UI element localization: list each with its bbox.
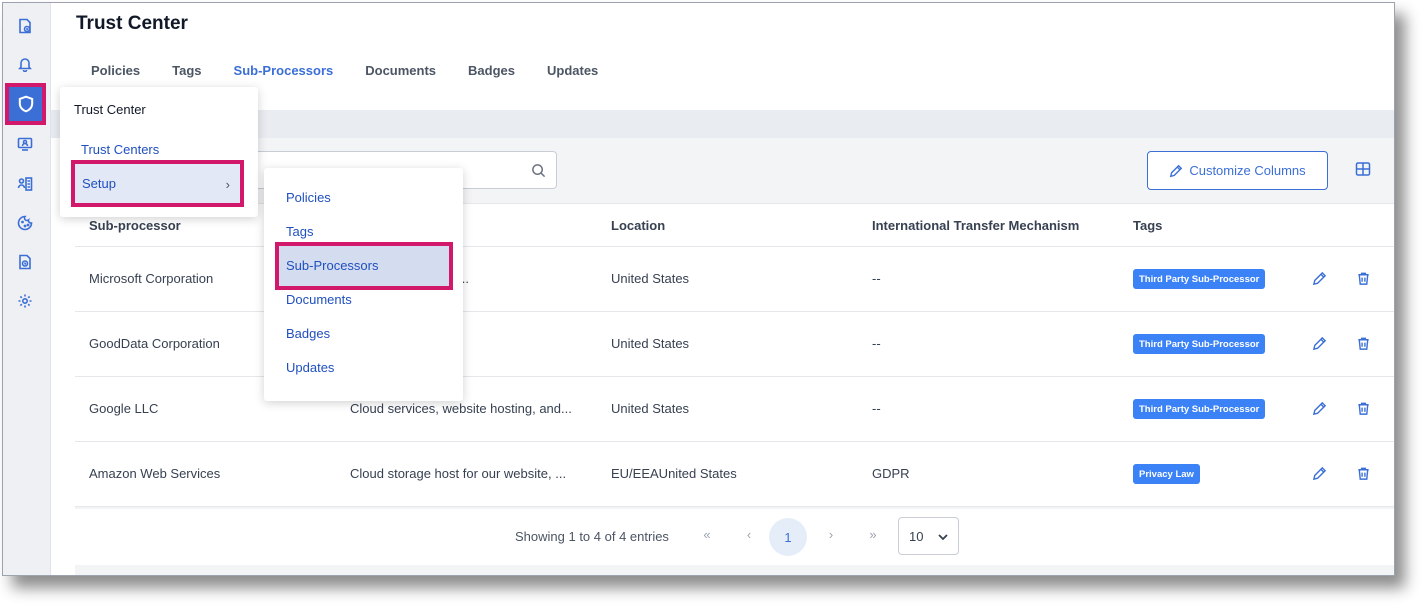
tab-tags[interactable]: Tags — [172, 63, 201, 78]
submenu-item-sub-processors-label: Sub-Processors — [286, 258, 379, 273]
submenu-item-policies[interactable]: Policies — [286, 190, 331, 205]
tab-policies[interactable]: Policies — [91, 63, 140, 78]
sidebar-rail — [3, 3, 51, 575]
cell-purpose: Cloud services, website hosting, and... — [350, 401, 572, 416]
tab-badges[interactable]: Badges — [468, 63, 515, 78]
cell-purpose: Cloud storage host for our website, ... — [350, 466, 567, 481]
tag-badge: Third Party Sub-Processor — [1133, 399, 1266, 419]
pencil-icon — [1170, 164, 1183, 177]
gear-icon[interactable] — [12, 288, 38, 314]
trash-icon[interactable] — [1356, 336, 1372, 352]
tag-badge: Privacy Law — [1133, 464, 1200, 484]
prev-page-button[interactable]: ‹ — [739, 527, 759, 542]
column-header-transfer-mechanism[interactable]: International Transfer Mechanism — [872, 218, 1079, 233]
grid-icon[interactable] — [1355, 161, 1373, 179]
submenu-item-badges[interactable]: Badges — [286, 326, 330, 341]
page-size-select[interactable]: 10 — [898, 517, 959, 555]
last-page-button[interactable]: » — [863, 527, 883, 542]
customize-columns-label: Customize Columns — [1189, 163, 1306, 178]
current-page-button[interactable]: 1 — [769, 518, 807, 556]
cell-transfer: -- — [872, 401, 881, 416]
submenu-item-sub-processors-highlight[interactable]: Sub-Processors — [275, 242, 453, 290]
menu-heading: Trust Center — [74, 102, 146, 117]
monitor-user-icon[interactable] — [12, 131, 38, 157]
user-list-icon[interactable] — [12, 171, 38, 197]
tab-sub-processors[interactable]: Sub-Processors — [234, 63, 334, 78]
tag-badge: Third Party Sub-Processor — [1133, 334, 1266, 354]
shield-icon[interactable] — [9, 87, 42, 121]
menu-item-trust-centers[interactable]: Trust Centers — [81, 142, 159, 157]
menu-item-setup-label: Setup — [82, 176, 116, 191]
shield-nav-highlight[interactable] — [5, 83, 46, 125]
cookie-icon[interactable] — [12, 210, 38, 236]
column-header-location[interactable]: Location — [611, 218, 665, 233]
trash-icon[interactable] — [1356, 401, 1372, 417]
report-clock-icon[interactable] — [12, 13, 38, 39]
pagination: Showing 1 to 4 of 4 entries « ‹ 1 › » 10 — [75, 509, 1394, 565]
document-clock-icon[interactable] — [12, 249, 38, 275]
cell-location: United States — [611, 401, 690, 416]
cell-transfer: -- — [872, 271, 881, 286]
search-icon[interactable] — [531, 163, 546, 178]
cell-transfer: GDPR — [872, 466, 910, 481]
menu-item-setup-highlight[interactable]: Setup › — [71, 160, 244, 207]
cell-name: Microsoft Corporation — [89, 271, 214, 286]
cell-location: United States — [611, 271, 690, 286]
column-header-tags[interactable]: Tags — [1133, 218, 1162, 233]
cell-location: United States — [611, 336, 690, 351]
pagination-info: Showing 1 to 4 of 4 entries — [515, 529, 669, 544]
tab-documents[interactable]: Documents — [365, 63, 436, 78]
submenu-item-updates[interactable]: Updates — [286, 360, 334, 375]
chevron-down-icon — [938, 534, 948, 541]
menu-item-setup[interactable]: Setup › — [75, 164, 240, 203]
trash-icon[interactable] — [1356, 271, 1372, 287]
app-window: Trust Center Policies Tags Sub-Processor… — [2, 2, 1395, 576]
tag-badge: Third Party Sub-Processor — [1133, 269, 1266, 289]
cell-name: Amazon Web Services — [89, 466, 221, 481]
tab-updates[interactable]: Updates — [547, 63, 598, 78]
chevron-right-icon: › — [225, 177, 230, 192]
page-size-value: 10 — [909, 528, 924, 544]
submenu-item-tags[interactable]: Tags — [286, 224, 313, 239]
submenu-item-sub-processors[interactable]: Sub-Processors — [279, 246, 449, 286]
table-row[interactable]: Amazon Web Services Cloud storage host f… — [75, 442, 1394, 507]
first-page-button[interactable]: « — [697, 527, 717, 542]
cell-name: GoodData Corporation — [89, 336, 220, 351]
customize-columns-button[interactable]: Customize Columns — [1147, 151, 1328, 190]
column-header-sub-processor[interactable]: Sub-processor — [89, 218, 181, 233]
bell-icon[interactable] — [12, 51, 38, 77]
trash-icon[interactable] — [1356, 466, 1372, 482]
edit-icon[interactable] — [1312, 401, 1328, 417]
cell-name: Google LLC — [89, 401, 159, 416]
next-page-button[interactable]: › — [821, 527, 841, 542]
submenu-item-documents[interactable]: Documents — [286, 292, 352, 307]
cell-transfer: -- — [872, 336, 881, 351]
edit-icon[interactable] — [1312, 336, 1328, 352]
edit-icon[interactable] — [1312, 466, 1328, 482]
cell-location: EU/EEAUnited States — [611, 466, 737, 481]
page-title: Trust Center — [76, 13, 188, 34]
edit-icon[interactable] — [1312, 271, 1328, 287]
tab-bar: Policies Tags Sub-Processors Documents B… — [91, 63, 630, 78]
